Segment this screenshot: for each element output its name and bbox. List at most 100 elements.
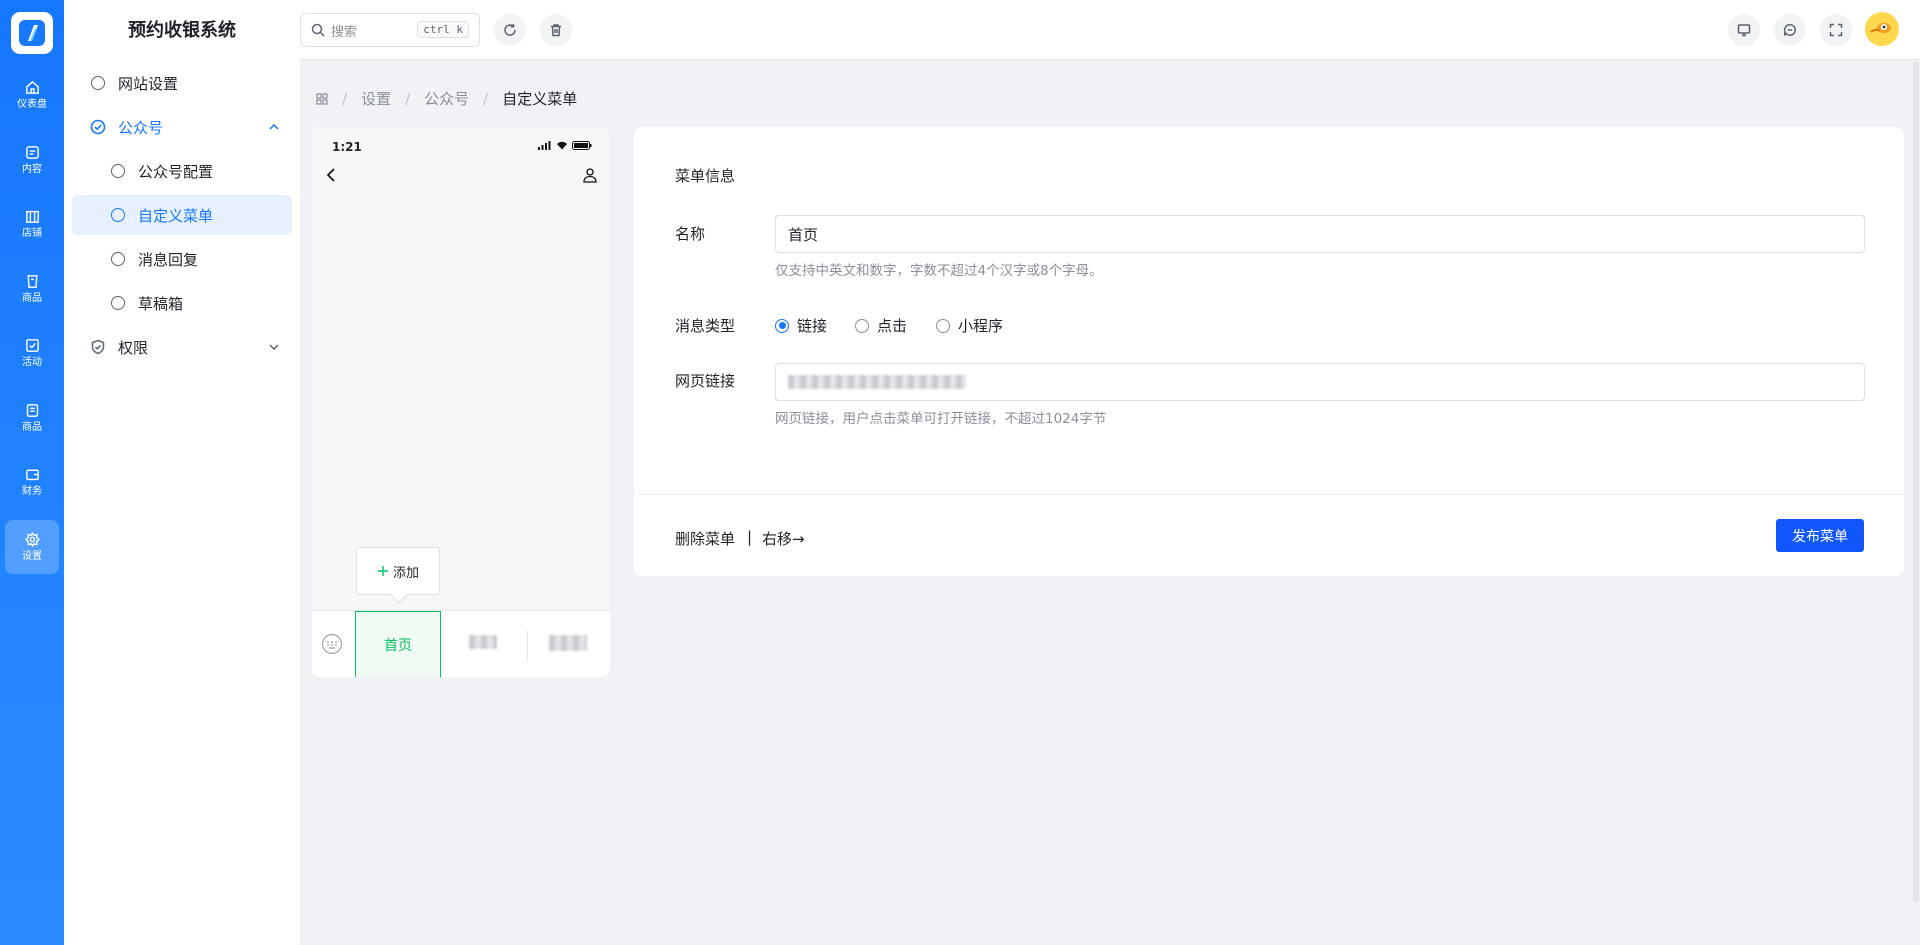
sidebar-item-message-reply[interactable]: 消息回复 [72, 239, 292, 279]
clear-cache-button[interactable] [540, 14, 572, 46]
sidebar-item-drafts[interactable]: 草稿箱 [72, 283, 292, 323]
circle-icon [110, 207, 126, 223]
icon-rail: 仪表盘 内容 店铺 商品 活动 商品 财务 设置 [0, 0, 64, 945]
user-icon[interactable] [582, 167, 598, 183]
wifi-icon [557, 141, 567, 150]
battery-icon [572, 141, 592, 150]
tab-divider [527, 631, 528, 661]
breadcrumb-separator: / [483, 89, 489, 108]
footer-divider: | [747, 528, 753, 546]
refresh-button[interactable] [494, 14, 526, 46]
rail-item-store[interactable]: 店铺 [5, 197, 59, 251]
sidebar-item-website-settings[interactable]: 网站设置 [72, 63, 292, 103]
phone-menu-bar: 首页 [312, 610, 610, 677]
settings-icon [24, 531, 40, 548]
store-icon [25, 210, 39, 223]
back-arrow-icon[interactable] [324, 167, 340, 183]
signal-icon [538, 141, 551, 150]
sidebar-item-custom-menu[interactable]: 自定义菜单 [72, 195, 292, 235]
breadcrumb-separator: / [405, 89, 411, 108]
menu-tab-redacted[interactable] [549, 635, 587, 651]
rail-label: 活动 [22, 357, 42, 368]
rail-item-finance[interactable]: 财务 [5, 455, 59, 509]
move-right-button[interactable]: 右移→ [762, 528, 805, 549]
sidebar-item-label: 草稿箱 [138, 294, 184, 313]
app-title: 预约收银系统 [128, 20, 236, 41]
url-hint: 网页链接，用户点击菜单可打开链接，不超过1024字节 [775, 411, 1107, 427]
plus-icon [377, 566, 388, 576]
rail-label: 财务 [22, 486, 42, 497]
sidebar: 预约收银系统 网站设置 公众号 公众号配置 自定义菜单 消息回复 草稿箱 权限 [64, 0, 300, 945]
redacted-url [788, 375, 966, 389]
sidebar-item-permissions[interactable]: 权限 [72, 327, 292, 367]
avatar[interactable] [1865, 12, 1899, 46]
wallet-icon [25, 469, 39, 481]
keyboard-icon[interactable] [321, 633, 343, 655]
menu-editor-card: 菜单信息 名称 首页 仅支持中英文和数字，字数不超过4个汉字或8个字母。 消息类… [634, 127, 1904, 576]
rail-item-goods[interactable]: 商品 [5, 391, 59, 445]
radio-empty-icon [855, 318, 869, 333]
url-input[interactable] [775, 363, 1865, 401]
check-circle-icon [90, 119, 106, 135]
product-icon [26, 275, 38, 288]
add-label: 添加 [392, 565, 419, 581]
breadcrumb-item-settings[interactable]: 设置 [361, 88, 391, 109]
grid-icon[interactable] [316, 92, 328, 105]
rail-item-product[interactable]: 商品 [5, 262, 59, 316]
breadcrumb: / 设置 / 公众号 / 自定义菜单 [316, 88, 577, 109]
refresh-icon [504, 24, 516, 36]
chevron-down-icon [269, 344, 279, 351]
chevron-up-icon [269, 123, 279, 130]
radio-link[interactable]: 链接 [775, 315, 827, 336]
home-icon [25, 80, 39, 94]
circle-icon [90, 75, 106, 91]
breadcrumb-separator: / [342, 89, 348, 108]
scrollbar-thumb[interactable] [1913, 62, 1919, 902]
sidebar-item-label: 自定义菜单 [138, 206, 214, 225]
publish-menu-button[interactable]: 发布菜单 [1776, 519, 1864, 552]
rail-label: 商品 [22, 293, 42, 304]
menu-tab-redacted[interactable] [469, 635, 497, 649]
radio-selected-icon [775, 318, 789, 333]
sidebar-item-official-account[interactable]: 公众号 [72, 107, 292, 147]
rail-item-dashboard[interactable]: 仪表盘 [5, 68, 59, 122]
rail-item-activity[interactable]: 活动 [5, 326, 59, 380]
app-logo [11, 12, 53, 54]
message-button[interactable] [1774, 14, 1806, 46]
logo-icon [19, 20, 45, 46]
monitor-icon [1737, 24, 1751, 37]
circle-icon [110, 295, 126, 311]
chat-icon [1783, 24, 1796, 36]
delete-menu-button[interactable]: 删除菜单 [675, 528, 735, 549]
shield-check-icon [90, 339, 106, 355]
card-footer: 删除菜单 | 右移→ 发布菜单 [634, 494, 1904, 576]
rail-item-settings[interactable]: 设置 [5, 520, 59, 574]
radio-label: 小程序 [958, 317, 1004, 335]
sidebar-item-label: 权限 [118, 338, 149, 357]
add-submenu-button[interactable]: 添加 [356, 547, 440, 595]
fullscreen-button[interactable] [1820, 14, 1852, 46]
rail-item-content[interactable]: 内容 [5, 133, 59, 187]
screen-button[interactable] [1728, 14, 1760, 46]
radio-label: 点击 [877, 317, 908, 335]
menu-tab-home[interactable]: 首页 [355, 611, 441, 677]
rail-label: 仪表盘 [17, 99, 47, 110]
content-icon [25, 146, 39, 159]
circle-icon [110, 163, 126, 179]
breadcrumb-item-official-account[interactable]: 公众号 [424, 88, 469, 109]
search-placeholder: 搜索 [331, 24, 358, 40]
sidebar-item-label: 公众号配置 [138, 162, 214, 181]
search-icon [311, 23, 325, 37]
radio-click[interactable]: 点击 [855, 315, 907, 336]
sidebar-item-label: 公众号 [118, 118, 164, 137]
top-bar: 搜索 ctrl k [300, 0, 1920, 60]
fullscreen-icon [1829, 23, 1843, 37]
trash-icon [551, 24, 561, 37]
name-input[interactable]: 首页 [775, 215, 1865, 253]
radio-miniprogram[interactable]: 小程序 [936, 315, 1003, 336]
search-input[interactable]: 搜索 ctrl k [300, 13, 480, 47]
phone-status-icons [538, 141, 592, 150]
sidebar-item-label: 网站设置 [118, 74, 179, 93]
sidebar-item-account-config[interactable]: 公众号配置 [72, 151, 292, 191]
rail-label: 内容 [22, 164, 42, 175]
